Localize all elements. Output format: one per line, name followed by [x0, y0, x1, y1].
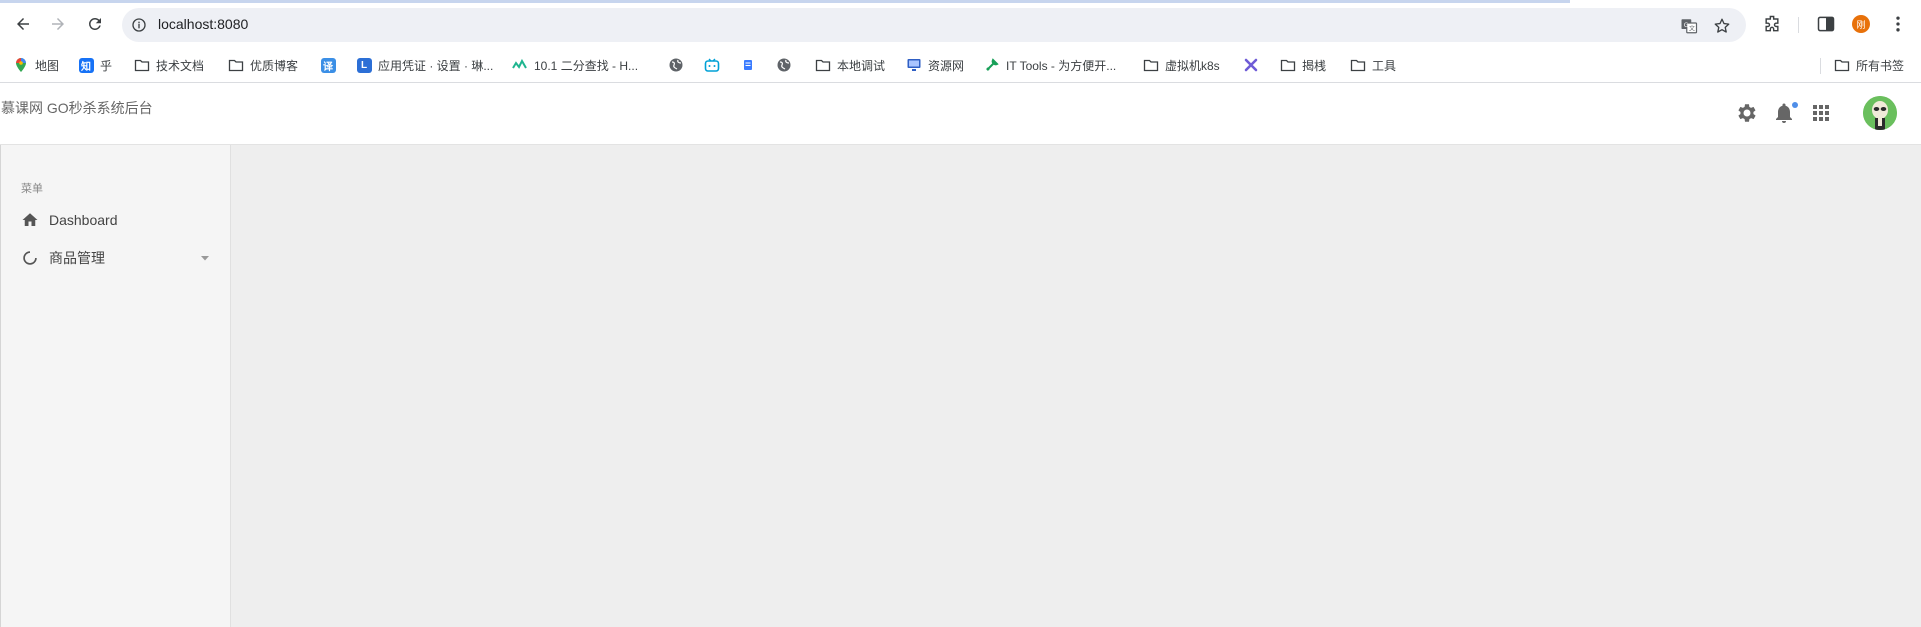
sidebar-edge [0, 145, 1, 627]
notification-badge [1792, 102, 1798, 108]
apps-grid-icon[interactable] [1809, 101, 1833, 125]
bookmark-label: 乎 [100, 58, 113, 73]
app-header: 慕课网 GO秒杀系统后台 [0, 83, 1921, 145]
bookmark-label: 应用凭证 · 设置 · 琳... [378, 58, 494, 73]
folder-icon [1143, 57, 1159, 73]
bookmark-folder-vm-k8s[interactable]: 虚拟机k8s [1143, 56, 1220, 74]
it-tools-icon [984, 57, 1000, 73]
address-bar[interactable]: localhost:8080 G文 [122, 8, 1746, 42]
bookmark-folder-tools[interactable]: 工具 [1350, 56, 1396, 74]
bookmark-binary-search[interactable]: 10.1 二分查找 - H... [512, 56, 638, 74]
sidebar: 菜单 Dashboard 商品管理 [0, 145, 231, 627]
sidebar-item-dashboard[interactable]: Dashboard [0, 203, 230, 237]
bookmark-label: 本地调试 [837, 58, 886, 73]
bookmarks-divider [1820, 58, 1821, 74]
loading-circle-icon [23, 251, 37, 265]
bookmark-zhihu[interactable]: 知 乎 [78, 56, 112, 74]
bookmark-folder-local-debug[interactable]: 本地调试 [815, 56, 885, 74]
bookmark-label: 揭桟 [1302, 58, 1327, 73]
forward-button[interactable] [47, 13, 69, 35]
reload-icon [88, 17, 101, 30]
blue-doc-icon [740, 57, 756, 73]
side-panel-icon[interactable] [1816, 14, 1836, 34]
hello-algo-icon [512, 57, 528, 73]
bookmark-globe-1[interactable] [668, 56, 690, 74]
bookmark-globe-2[interactable] [776, 56, 798, 74]
folder-icon [1350, 57, 1366, 73]
reload-button[interactable] [84, 13, 106, 35]
bookmark-resources[interactable]: 资源网 [906, 56, 964, 74]
bookmark-blue-doc[interactable] [740, 56, 762, 74]
translate-icon: 译 [320, 57, 336, 73]
translate-page-icon[interactable]: G文 [1680, 17, 1698, 35]
l-app-icon: L [356, 57, 372, 73]
menu-section-label: 菜单 [21, 183, 43, 195]
all-bookmarks-label: 所有书签 [1856, 58, 1905, 73]
svg-text:G: G [1684, 22, 1689, 29]
bookmark-label: 技术文档 [156, 58, 205, 73]
bookmark-folder-tech-docs[interactable]: 技术文档 [134, 56, 204, 74]
bookmark-cross-tool[interactable] [1243, 56, 1265, 74]
bookmark-translate[interactable]: 译 [320, 56, 342, 74]
home-icon [22, 213, 38, 226]
page-loading-bar [0, 0, 1570, 3]
bilibili-icon [704, 57, 720, 73]
caret-down-icon[interactable] [199, 252, 211, 264]
bookmark-it-tools[interactable]: IT Tools - 为方便开... [984, 56, 1116, 74]
info-icon[interactable] [131, 17, 147, 33]
cross-tool-icon [1243, 57, 1259, 73]
avatar-image-icon [1863, 96, 1897, 130]
maps-icon [13, 57, 29, 73]
sidebar-item-label: 商品管理 [49, 250, 105, 266]
profile-avatar-icon[interactable]: 刚 [1852, 15, 1870, 33]
more-vertical-icon[interactable] [1888, 14, 1908, 34]
folder-icon [228, 57, 244, 73]
bookmarks-bar: 地图 知 乎 技术文档 优质博客 译 L 应用凭证 · 设置 · 琳... 10… [0, 48, 1921, 83]
bookmark-label: 资源网 [928, 58, 965, 73]
user-avatar[interactable] [1863, 96, 1897, 130]
arrow-left-icon [17, 18, 29, 30]
folder-icon [1280, 57, 1296, 73]
settings-gear-icon[interactable] [1735, 101, 1759, 125]
main-content-area [231, 145, 1921, 627]
extensions-icon[interactable] [1762, 14, 1782, 34]
sidebar-item-product-management[interactable]: 商品管理 [0, 241, 230, 275]
bookmark-label: 地图 [35, 58, 60, 73]
bookmark-label: 虚拟机k8s [1165, 58, 1220, 73]
folder-icon [815, 57, 831, 73]
monitor-icon [906, 57, 922, 73]
browser-toolbar: localhost:8080 G文 刚 [0, 0, 1921, 48]
bookmark-maps[interactable]: 地图 [13, 56, 59, 74]
bookmark-bilibili[interactable] [704, 56, 726, 74]
all-bookmarks-button[interactable]: 所有书签 [1834, 56, 1904, 74]
folder-icon [1834, 57, 1850, 73]
bookmark-label: IT Tools - 为方便开... [1006, 58, 1117, 73]
toolbar-divider [1798, 17, 1799, 33]
bookmark-label: 工具 [1372, 58, 1397, 73]
bookmark-label: 10.1 二分查找 - H... [534, 58, 639, 73]
arrow-right-icon [52, 18, 64, 30]
bookmark-label: 优质博客 [250, 58, 299, 73]
bookmark-folder-stack[interactable]: 揭桟 [1280, 56, 1326, 74]
globe-icon [776, 57, 792, 73]
folder-icon [134, 57, 150, 73]
star-icon[interactable] [1713, 17, 1731, 35]
url-text[interactable]: localhost:8080 [158, 16, 248, 32]
svg-text:文: 文 [1689, 25, 1695, 33]
app-title: 慕课网 GO秒杀系统后台 [1, 100, 153, 116]
sidebar-item-label: Dashboard [49, 212, 118, 228]
globe-icon [668, 57, 684, 73]
bookmark-app-credentials[interactable]: L 应用凭证 · 设置 · 琳... [356, 56, 493, 74]
zhihu-icon: 知 [78, 57, 94, 73]
back-button[interactable] [12, 13, 34, 35]
bookmark-folder-blogs[interactable]: 优质博客 [228, 56, 298, 74]
